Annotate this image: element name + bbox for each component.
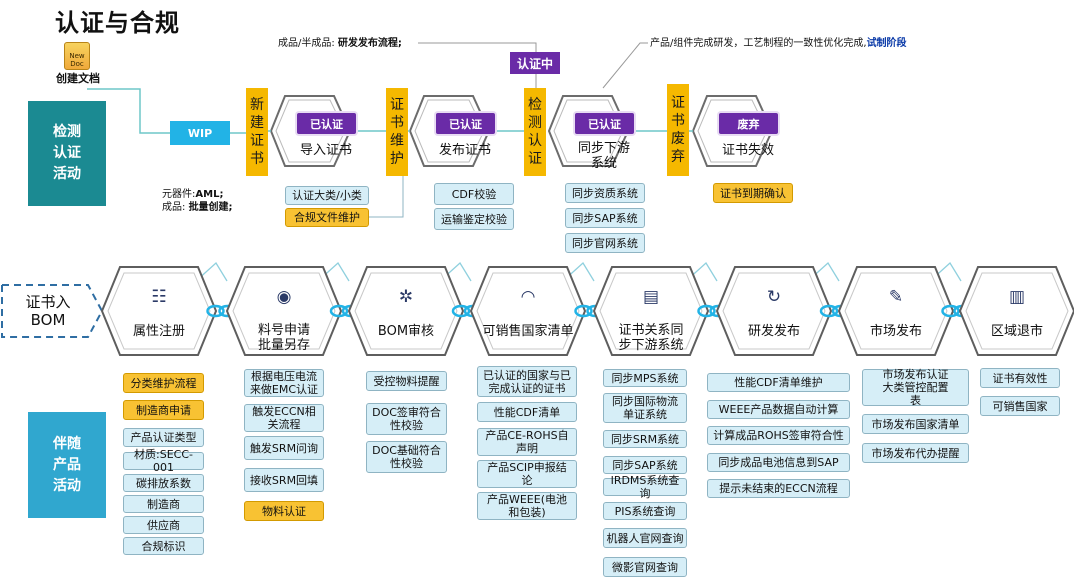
process-hex (347, 266, 465, 356)
tag-item[interactable]: 机器人官网查询 (603, 528, 687, 548)
process-node-label[interactable]: 料号申请 批量另存 (228, 323, 340, 353)
page-title: 认证与合规 (55, 9, 180, 37)
tag-item[interactable]: WEEE产品数据自动计算 (707, 400, 850, 419)
step-cert-discard[interactable]: 证书废弃 (667, 84, 689, 176)
hex-expire-label: 证书失效 (721, 143, 774, 158)
tag-item[interactable]: 可销售国家 (980, 396, 1060, 416)
sidebar-detect: 检测 认证 活动 (28, 101, 106, 206)
process-node-label[interactable]: 研发发布 (718, 324, 830, 339)
tag-item[interactable]: 同步SRM系统 (603, 430, 687, 448)
tag-item[interactable]: 同步资质系统 (565, 183, 645, 203)
tag-item[interactable]: 计算成品ROHS签审符合性 (707, 426, 850, 445)
note-aml: 元器件:AML; (162, 189, 224, 200)
process-hex (958, 266, 1074, 356)
badge-import-certified: 已认证 (297, 113, 356, 134)
note-batch: 成品: 批量创建; (162, 202, 233, 213)
tag-item[interactable]: 同步MPS系统 (603, 369, 687, 387)
process-node-label[interactable]: 证书关系同 步下游系统 (595, 323, 707, 353)
tag-item[interactable]: 提示未结束的ECCN流程 (707, 479, 850, 498)
tag-item[interactable]: 合规文件维护 (285, 208, 369, 227)
badge-discarded: 废弃 (719, 113, 778, 134)
cert-in-bom: 证书入 BOM (25, 293, 71, 329)
status-certifying: 认证中 (510, 52, 560, 74)
tag-item[interactable]: 材质:SECC-001 (123, 448, 204, 474)
tag-item[interactable]: 分类维护流程 (123, 373, 204, 393)
new-doc-icon[interactable]: New Doc (64, 42, 90, 70)
tag-item[interactable]: 合规标识 (123, 537, 204, 555)
tag-item[interactable]: 受控物料提醒 (366, 371, 447, 391)
tag-item[interactable]: 制造商 (123, 495, 204, 513)
tag-item[interactable]: 产品认证类型 (123, 428, 204, 447)
tag-item[interactable]: IRDMS系统查询 (603, 474, 687, 500)
wip-box: WIP (170, 121, 230, 145)
factory-icon: ▥ (1008, 287, 1026, 307)
tag-item[interactable]: PIS系统查询 (603, 502, 687, 520)
tag-item[interactable]: 触发ECCN相 关流程 (244, 404, 324, 432)
tag-item[interactable]: 认证大类/小类 (285, 186, 369, 205)
process-hex (100, 266, 218, 356)
tag-item[interactable]: DOC签审符合 性校验 (366, 403, 447, 435)
tag-item[interactable]: 运输鉴定校验 (434, 208, 514, 230)
tag-item[interactable]: 性能CDF清单维护 (707, 373, 850, 392)
process-node-label[interactable]: BOM审核 (350, 324, 462, 339)
hex-publish-label: 发布证书 (438, 143, 491, 158)
hex-import-label: 导入证书 (299, 143, 352, 158)
process-node-label[interactable]: 可销售国家清单 (472, 324, 584, 339)
tag-item[interactable]: 触发SRM问询 (244, 436, 324, 460)
badge-sync-certified: 已认证 (575, 113, 634, 134)
note-trial: 产品/组件完成研发，工艺制程的一致性优化完成,试制阶段 (650, 38, 907, 49)
tag-item[interactable]: 接收SRM回填 (244, 468, 324, 492)
clock-refresh-icon: ↻ (766, 287, 782, 307)
tag-item[interactable]: 证书到期确认 (713, 183, 793, 203)
tag-item[interactable]: 同步SAP系统 (603, 456, 687, 474)
process-node-label[interactable]: 市场发布 (840, 324, 952, 339)
tag-item[interactable]: 市场发布认证 大类管控配置 表 (862, 368, 969, 407)
wrench-icon: ✎ (888, 287, 904, 307)
create-doc-label: 创建文档 (56, 72, 100, 85)
document-icon: ▤ (642, 287, 660, 307)
tag-item[interactable]: 性能CDF清单 (477, 402, 577, 422)
note-semi: 成品/半成品: 研发发布流程; (278, 38, 402, 49)
tag-item[interactable]: 同步SAP系统 (565, 208, 645, 228)
tag-item[interactable]: 市场发布国家清单 (862, 414, 969, 434)
sidebar-accompany: 伴随 产品 活动 (28, 412, 106, 518)
gears-icon: ✲ (398, 287, 414, 307)
tag-item[interactable]: 同步国际物流 单证系统 (603, 393, 687, 423)
tag-item[interactable]: 制造商申请 (123, 400, 204, 420)
list-icon: ☷ (151, 287, 167, 307)
tag-item[interactable]: 同步成品电池信息到SAP (707, 453, 850, 472)
process-node-label[interactable]: 区域退市 (961, 324, 1073, 339)
step-new-cert[interactable]: 新建证书 (246, 88, 268, 176)
hex-sync-label: 同步下游 系统 (577, 141, 630, 171)
tag-item[interactable]: 同步官网系统 (565, 233, 645, 253)
tag-item[interactable]: 产品CE-ROHS自 声明 (477, 428, 577, 456)
tag-item[interactable]: 证书有效性 (980, 368, 1060, 388)
step-cert-maintain[interactable]: 证书维护 (386, 88, 408, 176)
badge-publish-certified: 已认证 (436, 113, 495, 134)
tag-item[interactable]: DOC基础符合 性校验 (366, 441, 447, 473)
tag-item[interactable]: 供应商 (123, 516, 204, 534)
tag-item[interactable]: 根据电压电流 来做EMC认证 (244, 369, 324, 397)
process-hex (469, 266, 587, 356)
process-hex (715, 266, 833, 356)
tag-item[interactable]: 产品WEEE(电池 和包装) (477, 492, 577, 520)
gauge-icon: ◠ (520, 287, 536, 307)
tag-item[interactable]: 微影官网查询 (603, 557, 687, 577)
tag-item[interactable]: 物料认证 (244, 501, 324, 521)
tag-item[interactable]: CDF校验 (434, 183, 514, 205)
tag-item[interactable]: 产品SCIP申报结 论 (477, 460, 577, 488)
step-testing-cert[interactable]: 检测认证 (524, 88, 546, 176)
process-node-label[interactable]: 属性注册 (103, 324, 215, 339)
tag-item[interactable]: 已认证的国家与已 完成认证的证书 (477, 366, 577, 397)
tag-item[interactable]: 碳排放系数 (123, 474, 204, 492)
tag-item[interactable]: 市场发布代办提醒 (862, 443, 969, 463)
eye-icon: ◉ (276, 287, 292, 307)
process-hex (837, 266, 955, 356)
